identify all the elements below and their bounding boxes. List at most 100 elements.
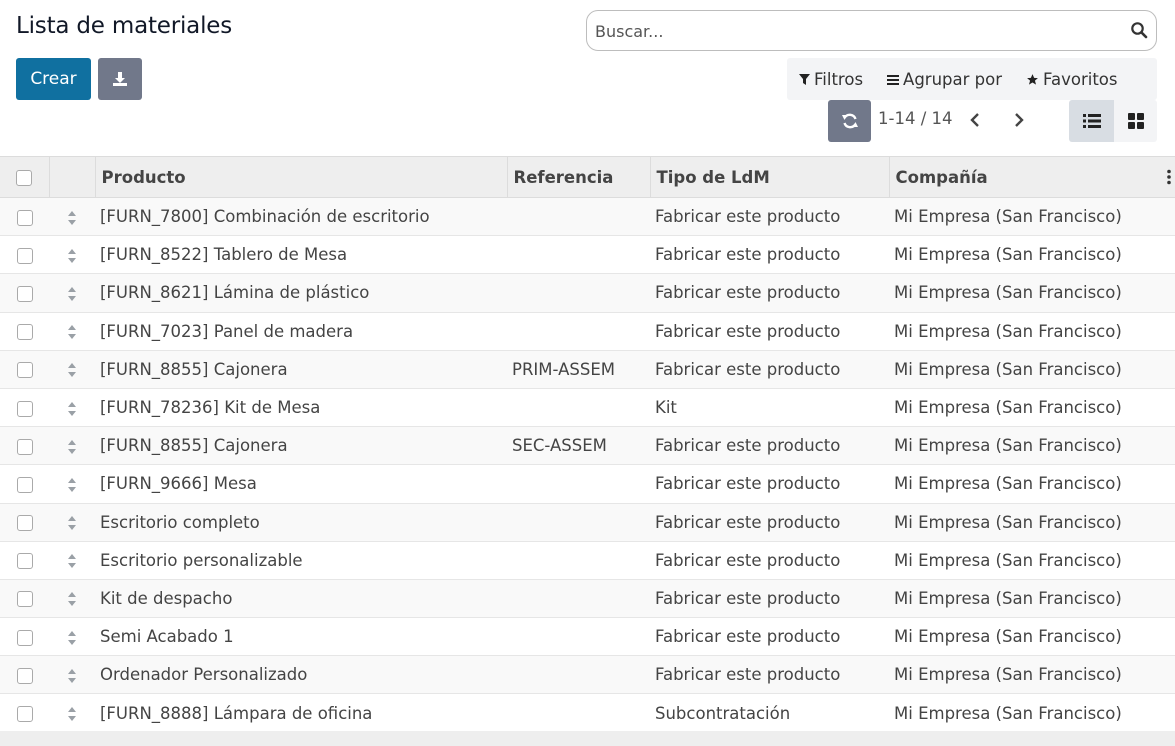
row-checkbox[interactable] [16, 247, 33, 264]
cell-reference [507, 388, 650, 428]
download-button[interactable] [98, 58, 142, 100]
row-checkbox[interactable] [16, 324, 33, 341]
create-button[interactable]: Crear [16, 58, 91, 100]
drag-handle-icon[interactable] [67, 515, 77, 531]
table-row[interactable]: [FURN_7800] Combinación de escritorio Fab… [0, 197, 1175, 237]
search-box [586, 10, 1157, 51]
chevron-right-icon [1015, 113, 1024, 127]
cell-company: Mi Empresa (San Francisco) [889, 503, 1175, 542]
cell-bom-type: Fabricar este producto [650, 312, 889, 351]
group-by-icon [887, 74, 900, 85]
row-checkbox[interactable] [16, 285, 33, 302]
drag-handle-icon[interactable] [67, 248, 77, 264]
row-checkbox[interactable] [16, 706, 33, 723]
list-footer [0, 731, 1175, 746]
table-row[interactable]: [FURN_78236] Kit de Mesa Kit Mi Empresa (S… [0, 388, 1175, 428]
row-handle-cell [49, 426, 95, 466]
drag-handle-icon[interactable] [67, 439, 77, 455]
drag-handle-icon[interactable] [67, 324, 77, 340]
row-checkbox[interactable] [16, 667, 33, 684]
drag-handle-icon[interactable] [67, 477, 77, 493]
page-title: Lista de materiales [16, 13, 233, 39]
drag-handle-icon[interactable] [67, 362, 77, 378]
row-checkbox[interactable] [16, 591, 33, 608]
cell-reference [507, 235, 650, 275]
table-row[interactable]: [FURN_8621] Lámina de plástico Fabricar e… [0, 273, 1175, 313]
select-all-checkbox[interactable] [16, 170, 33, 186]
cell-reference [507, 617, 650, 657]
cell-product: [FURN_7023] Panel de madera [95, 312, 507, 351]
table-row[interactable]: Kit de despacho Fabricar este producto Mi … [0, 579, 1175, 619]
table-row[interactable]: Escritorio personalizable Fabricar este p… [0, 541, 1175, 580]
group-by-dropdown[interactable]: Agrupar por [875, 70, 1014, 89]
table-row[interactable]: Escritorio completo Fabricar este product… [0, 503, 1175, 542]
kebab-icon[interactable] [1166, 169, 1172, 185]
row-checkbox[interactable] [16, 476, 33, 493]
favorites-label: Favoritos [1043, 69, 1118, 89]
row-checkbox[interactable] [16, 515, 33, 532]
column-header-company[interactable]: Compañía [889, 156, 1175, 198]
row-select-cell [0, 273, 49, 313]
drag-handle-icon[interactable] [67, 591, 77, 607]
handle-column-header [49, 156, 96, 198]
row-checkbox[interactable] [16, 553, 33, 570]
row-select-cell [0, 693, 49, 733]
cell-company: Mi Empresa (San Francisco) [889, 235, 1175, 275]
row-handle-cell [49, 197, 95, 237]
row-checkbox[interactable] [16, 209, 33, 226]
row-checkbox[interactable] [16, 400, 33, 417]
drag-handle-icon[interactable] [67, 210, 77, 226]
row-handle-cell [49, 350, 95, 389]
drag-handle-icon[interactable] [67, 286, 77, 302]
column-header-product[interactable]: Producto [95, 156, 508, 198]
row-checkbox[interactable] [16, 438, 33, 455]
list-view-icon [1082, 114, 1101, 128]
cell-product: [FURN_7800] Combinación de escritorio [95, 197, 507, 237]
table-row[interactable]: [FURN_8522] Tablero de Mesa Fabricar este… [0, 235, 1175, 275]
cell-reference [507, 273, 650, 313]
pager-next-button[interactable] [1006, 107, 1032, 133]
row-select-cell [0, 235, 49, 275]
row-select-cell [0, 655, 49, 695]
row-checkbox[interactable] [16, 362, 33, 379]
column-header-bom-type[interactable]: Tipo de LdM [650, 156, 890, 198]
cell-bom-type: Fabricar este producto [650, 197, 889, 237]
pager-previous-button[interactable] [962, 107, 988, 133]
cell-bom-type: Fabricar este producto [650, 235, 889, 275]
cell-reference [507, 655, 650, 695]
pager-value[interactable]: 1-14 / 14 [878, 109, 953, 128]
refresh-button[interactable] [828, 100, 871, 142]
table-row[interactable]: [FURN_8888] Lámpara de oficina Subcontrat… [0, 693, 1175, 733]
search-input[interactable] [595, 19, 1115, 43]
table-row[interactable]: [FURN_8855] Cajonera SEC-ASSEM Fabricar es… [0, 426, 1175, 466]
row-handle-cell [49, 464, 95, 504]
search-icon[interactable] [1130, 21, 1148, 39]
table-row[interactable]: [FURN_8855] Cajonera PRIM-ASSEM Fabricar e… [0, 350, 1175, 389]
favorites-dropdown[interactable]: Favoritos [1014, 70, 1129, 89]
row-select-cell [0, 503, 49, 542]
cell-product: Kit de despacho [95, 579, 507, 619]
drag-handle-icon[interactable] [67, 401, 77, 417]
table-row[interactable]: Ordenador Personalizado Fabricar este pro… [0, 655, 1175, 695]
table-row[interactable]: [FURN_9666] Mesa Fabricar este producto Mi… [0, 464, 1175, 504]
list-view-button[interactable] [1069, 100, 1114, 142]
column-header-reference[interactable]: Referencia [507, 156, 651, 198]
cell-bom-type: Fabricar este producto [650, 541, 889, 580]
table-body: [FURN_7800] Combinación de escritorio Fab… [0, 197, 1175, 733]
cell-product: [FURN_8522] Tablero de Mesa [95, 235, 507, 275]
row-select-cell [0, 617, 49, 657]
table-row[interactable]: [FURN_7023] Panel de madera Fabricar este… [0, 312, 1175, 351]
cell-company: Mi Empresa (San Francisco) [889, 273, 1175, 313]
table-row[interactable]: Semi Acabado 1 Fabricar este producto Mi E… [0, 617, 1175, 657]
drag-handle-icon[interactable] [67, 630, 77, 646]
row-handle-cell [49, 273, 95, 313]
kanban-view-button[interactable] [1114, 100, 1157, 142]
drag-handle-icon[interactable] [67, 553, 77, 569]
filters-dropdown[interactable]: Filtros [787, 70, 875, 89]
row-checkbox[interactable] [16, 629, 33, 646]
group-by-label: Agrupar por [903, 69, 1003, 89]
drag-handle-icon[interactable] [67, 706, 77, 722]
control-panel: Lista de materiales Crear Filtros Agrupa… [0, 0, 1175, 156]
drag-handle-icon[interactable] [67, 668, 77, 684]
cell-product: [FURN_9666] Mesa [95, 464, 507, 504]
